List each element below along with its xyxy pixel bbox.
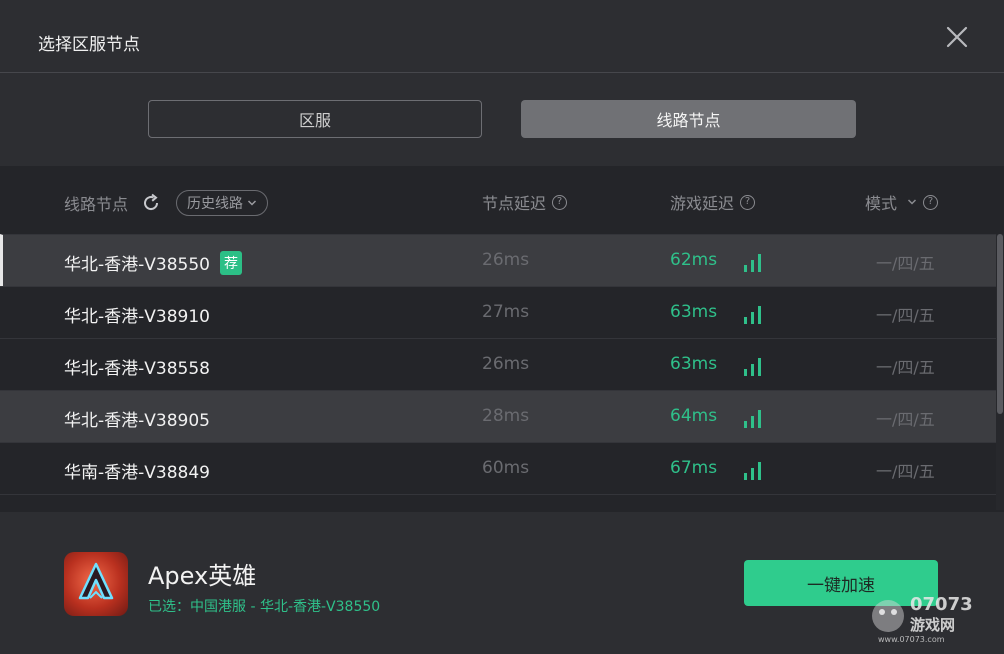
table-row[interactable]: 华北-香港-V38550 荐 26ms 62ms 一/四/五: [0, 234, 996, 286]
game-latency: 63ms: [670, 302, 718, 322]
tab-route-node[interactable]: 线路节点: [521, 100, 856, 138]
watermark-top: 07073: [910, 594, 973, 615]
header-node-latency-label: 节点延迟: [482, 194, 547, 213]
scrollbar-thumb[interactable]: [997, 234, 1003, 414]
chevron-down-icon: [247, 200, 257, 206]
route-name-text: 华北-香港-V38558: [64, 359, 210, 379]
refresh-icon[interactable]: [140, 192, 162, 214]
header-route-label: 线路节点: [64, 195, 129, 214]
node-table: 线路节点 历史线路 节点延迟 ? 游戏延迟 ? 模式 ? 华北-香港-V3855…: [0, 166, 1004, 512]
close-icon[interactable]: [946, 26, 968, 48]
watermark-url: www.07073.com: [878, 635, 945, 644]
apex-logo-icon: [78, 562, 114, 600]
header-route: 线路节点 历史线路: [64, 190, 269, 216]
mode-value: 一/四/五: [876, 254, 935, 273]
route-name: 华北-香港-V38905: [64, 406, 210, 431]
route-name-text: 华北-香港-V38910: [64, 307, 210, 327]
table-row[interactable]: 华北-香港-V38558 26ms 63ms 一/四/五: [0, 338, 996, 390]
footer: Apex英雄 已选：中国港服 - 华北-香港-V38550 一键加速 07073…: [0, 512, 1004, 654]
mode-value: 一/四/五: [876, 306, 935, 325]
tab-route-node-label: 线路节点: [656, 111, 721, 130]
scrollbar[interactable]: [996, 234, 1004, 510]
tab-region[interactable]: 区服: [148, 100, 482, 138]
signal-strength-icon: [744, 410, 761, 428]
mode-value: 一/四/五: [876, 358, 935, 377]
header-mode[interactable]: 模式 ?: [865, 190, 939, 214]
route-name-text: 华北-香港-V38905: [64, 411, 210, 431]
table-row[interactable]: 华北-香港-V38910 27ms 63ms 一/四/五: [0, 286, 996, 338]
apex-app-icon: [64, 552, 128, 616]
history-route-dropdown[interactable]: 历史线路: [176, 190, 269, 216]
signal-strength-icon: [744, 306, 761, 324]
game-latency: 62ms: [670, 250, 718, 270]
tab-bar: 区服 线路节点: [0, 73, 1004, 166]
route-name: 华北-香港-V38558: [64, 354, 210, 379]
table-row[interactable]: 华南-香港-V38849 60ms 67ms 一/四/五: [0, 442, 996, 494]
game-latency: 63ms: [670, 354, 718, 374]
route-name-text: 华南-香港-V38849: [64, 463, 210, 483]
header-mode-label: 模式: [865, 194, 898, 213]
dialog-title: 选择区服节点: [38, 35, 140, 55]
table-row-partial[interactable]: [0, 494, 996, 512]
table-header: 线路节点 历史线路 节点延迟 ? 游戏延迟 ? 模式 ?: [0, 166, 1004, 234]
route-name: 华南-香港-V38849: [64, 458, 210, 483]
recommended-badge: 荐: [219, 250, 242, 275]
route-name-text: 华北-香港-V38550: [64, 255, 210, 275]
route-name: 华北-香港-V38550 荐: [64, 250, 242, 275]
dialog-header: 选择区服节点: [0, 0, 1004, 72]
watermark-bottom: 游戏网: [910, 616, 955, 634]
node-latency: 26ms: [482, 354, 530, 374]
game-latency: 67ms: [670, 458, 718, 478]
node-latency: 26ms: [482, 250, 530, 270]
table-row[interactable]: 华北-香港-V38905 28ms 64ms 一/四/五: [0, 390, 996, 442]
game-latency: 64ms: [670, 406, 718, 426]
history-route-label: 历史线路: [187, 196, 244, 212]
accelerate-label: 一键加速: [807, 575, 875, 596]
route-name: 华北-香港-V38910: [64, 302, 210, 327]
chevron-down-icon: [907, 199, 917, 205]
signal-strength-icon: [744, 254, 761, 272]
app-name: Apex英雄: [148, 562, 257, 590]
watermark-logo: 07073 游戏网 www.07073.com: [872, 594, 973, 644]
mode-value: 一/四/五: [876, 410, 935, 429]
selected-server-text: 已选：中国港服 - 华北-香港-V38550: [148, 599, 381, 615]
header-node-latency: 节点延迟 ?: [482, 190, 568, 214]
signal-strength-icon: [744, 462, 761, 480]
help-icon[interactable]: ?: [740, 194, 756, 210]
tab-region-label: 区服: [298, 111, 331, 130]
signal-strength-icon: [744, 358, 761, 376]
header-game-latency-label: 游戏延迟: [670, 194, 735, 213]
help-icon[interactable]: ?: [923, 194, 939, 210]
header-game-latency: 游戏延迟 ?: [670, 190, 756, 214]
help-icon[interactable]: ?: [552, 194, 568, 210]
node-latency: 60ms: [482, 458, 530, 478]
node-latency: 28ms: [482, 406, 530, 426]
mode-value: 一/四/五: [876, 462, 935, 481]
node-latency: 27ms: [482, 302, 530, 322]
